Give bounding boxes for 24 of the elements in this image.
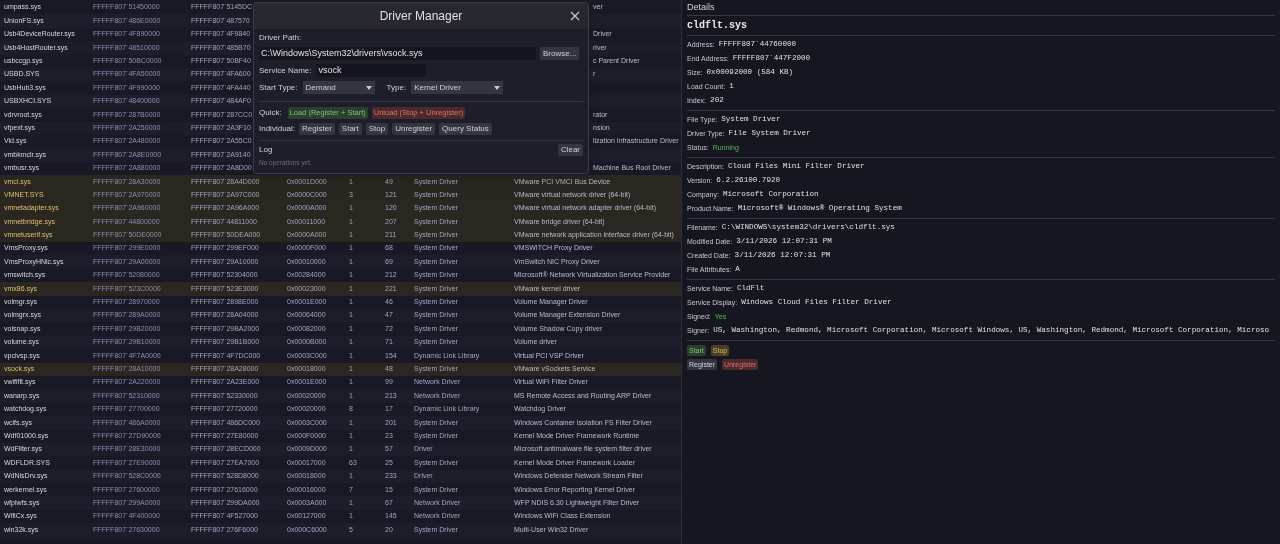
field-label: Individual: bbox=[259, 123, 296, 135]
action-button[interactable]: Browse... bbox=[540, 47, 580, 60]
file-name: cldflt.sys bbox=[687, 19, 748, 33]
action-button[interactable]: Query Status bbox=[439, 123, 492, 135]
input-field[interactable]: C:\Windows\System32\drivers\vsock.sys bbox=[259, 47, 536, 60]
action-button[interactable]: Start bbox=[338, 123, 362, 135]
action-button[interactable]: Register bbox=[299, 123, 335, 135]
caret-icon bbox=[365, 85, 372, 90]
action-button[interactable]: Stop bbox=[365, 123, 389, 135]
log-label: Log bbox=[259, 144, 273, 156]
field-label: Type: bbox=[386, 81, 407, 94]
caret-icon bbox=[494, 85, 501, 90]
panel-title: Details bbox=[687, 0, 716, 14]
dropdown[interactable]: Kernel Driver bbox=[411, 81, 504, 94]
input-field[interactable]: vsock bbox=[316, 64, 427, 77]
close-icon[interactable] bbox=[570, 11, 580, 21]
dropdown[interactable]: Demand bbox=[302, 81, 375, 94]
action-button[interactable]: Unregister bbox=[392, 123, 436, 135]
dialog-title: Driver Manager bbox=[379, 8, 463, 25]
action-button[interactable]: Clear bbox=[557, 144, 583, 156]
field-label: Start Type: bbox=[259, 81, 298, 94]
field-label: Driver Path: bbox=[259, 32, 303, 44]
field-label: Service Name: bbox=[259, 64, 312, 77]
field-label: Quick: bbox=[259, 107, 282, 119]
